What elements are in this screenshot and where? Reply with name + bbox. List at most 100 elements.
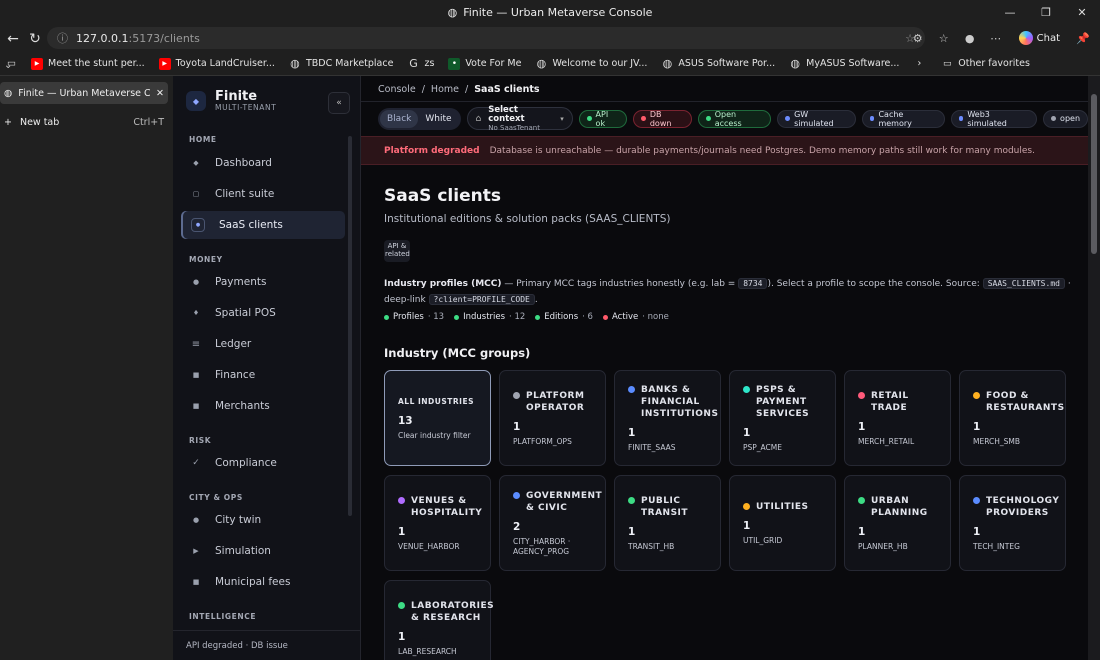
chat-button[interactable]: Chat bbox=[1011, 28, 1068, 48]
bookmark-5[interactable]: ◍ Welcome to our JV... bbox=[528, 57, 654, 70]
sidebar-item-ledger[interactable]: ≡ Ledger bbox=[181, 330, 345, 358]
status-dot-icon bbox=[384, 314, 389, 320]
industry-card-count: 1 bbox=[858, 420, 866, 433]
bookmark-7[interactable]: ◍ MyASUS Software... bbox=[782, 57, 906, 70]
pill-gw-simulated[interactable]: GW simulated bbox=[777, 109, 856, 128]
bookmark-4[interactable]: • Vote For Me bbox=[441, 57, 528, 70]
industry-card-title: GOVERNMENT & CIVIC bbox=[513, 490, 602, 514]
industry-card[interactable]: UTILITIES 1 UTIL_GRID bbox=[729, 475, 836, 571]
folder-icon: ▭ bbox=[942, 58, 952, 69]
pill-open-access[interactable]: Open access bbox=[697, 109, 772, 128]
extensions-icon[interactable]: ⚙ bbox=[907, 27, 929, 49]
reload-icon[interactable]: ↻ bbox=[22, 26, 48, 52]
close-window-icon[interactable]: ✕ bbox=[1064, 0, 1100, 25]
industry-card[interactable]: BANKS & FINANCIAL INSTITUTIONS 1 FINITE_SA… bbox=[614, 370, 721, 466]
more-icon[interactable]: ⋯ bbox=[985, 27, 1007, 49]
bookmarks-bar: ▭ ▶ Meet the stunt per... ▶ Toyota LandCru… bbox=[0, 52, 1100, 76]
page-scrollbar[interactable] bbox=[1088, 76, 1100, 660]
bookmark-2[interactable]: ◍ TBDC Marketplace bbox=[282, 57, 401, 70]
context-selector[interactable]: ⌂ Select context No SaasTenant ▾ bbox=[466, 105, 573, 132]
bookmark-0[interactable]: ▶ Meet the stunt per... bbox=[24, 57, 152, 70]
play-icon: ▶ bbox=[193, 547, 199, 555]
industry-card-code: FINITE_SAAS bbox=[628, 442, 676, 452]
sidebar-pin-icon[interactable]: 📌 bbox=[1072, 27, 1094, 49]
sidebar-item-client-suite[interactable]: ▢ Client suite bbox=[181, 180, 345, 208]
pill-db-down[interactable]: DB down bbox=[633, 109, 692, 128]
profile-avatar-icon[interactable]: ● bbox=[959, 27, 981, 49]
sidebar-item-simulation[interactable]: ▶ Simulation bbox=[181, 537, 345, 565]
industry-card-title: PUBLIC TRANSIT bbox=[628, 495, 707, 519]
industry-card[interactable]: GOVERNMENT & CIVIC 2 CITY_HARBOR · AGENCY_… bbox=[499, 475, 606, 571]
theme-white-button[interactable]: White bbox=[418, 110, 458, 128]
spatial-pos-icon: ♦ bbox=[192, 309, 200, 317]
section-intelligence: INTELLIGENCE bbox=[189, 612, 257, 621]
industry-card[interactable]: TECHNOLOGY PROVIDERS 1 TECH_INTEG bbox=[959, 475, 1066, 571]
divider bbox=[361, 101, 1088, 102]
sidebar-item-saas-clients[interactable]: ● SaaS clients bbox=[181, 211, 345, 239]
site-info-icon[interactable]: ⓘ bbox=[57, 30, 68, 46]
industry-card-grid: ALL INDUSTRIES 13 Clear industry filter PLA… bbox=[384, 370, 1066, 660]
favorites-icon[interactable]: ☆ bbox=[933, 27, 955, 49]
dashboard-icon: ◆ bbox=[193, 159, 199, 167]
section-title-industry: Industry (MCC groups) bbox=[384, 346, 531, 360]
industry-card[interactable]: LABORATORIES & RESEARCH 1 LAB_RESEARCH bbox=[384, 580, 494, 660]
status-dot-icon bbox=[869, 116, 875, 121]
close-tab-icon[interactable]: ✕ bbox=[156, 88, 164, 99]
section-risk: RISK bbox=[189, 436, 212, 445]
industry-card-all[interactable]: ALL INDUSTRIES 13 Clear industry filter bbox=[384, 370, 491, 466]
industry-card-code: TECH_INTEG bbox=[973, 541, 1020, 551]
status-dot-icon bbox=[535, 314, 541, 320]
sidebar-scrollbar[interactable] bbox=[348, 136, 352, 516]
industry-dot-icon bbox=[628, 385, 635, 393]
collapse-tabs-icon[interactable]: ⌄ bbox=[4, 60, 12, 71]
sidebar-item-compliance[interactable]: ✓ Compliance bbox=[181, 449, 345, 477]
bookmark-3[interactable]: Gzs bbox=[400, 57, 441, 70]
sidebar-item-finance[interactable]: ■ Finance bbox=[181, 361, 345, 389]
industry-card-code: TRANSIT_HB bbox=[628, 541, 675, 551]
industry-card[interactable]: FOOD & RESTAURANTS 1 MERCH_SMB bbox=[959, 370, 1066, 466]
scrollbar-thumb[interactable] bbox=[1091, 94, 1097, 254]
minimize-icon[interactable]: — bbox=[992, 0, 1028, 25]
bookmark-1[interactable]: ▶ Toyota LandCruiser... bbox=[152, 57, 282, 70]
industry-card[interactable]: PSPS & PAYMENT SERVICES 1 PSP_ACME bbox=[729, 370, 836, 466]
theme-black-button[interactable]: Black bbox=[380, 109, 419, 128]
sidebar-item-dashboard[interactable]: ◆ Dashboard bbox=[181, 149, 345, 177]
lock-icon: ⌂ bbox=[475, 113, 482, 124]
pill-cache-memory[interactable]: Cache memory bbox=[861, 109, 945, 128]
pill-api-ok[interactable]: API ok bbox=[578, 109, 628, 128]
industry-dot-icon bbox=[513, 391, 520, 399]
industry-card[interactable]: VENUES & HOSPITALITY 1 VENUE_HARBOR bbox=[384, 475, 491, 571]
tab-active[interactable]: ◍ Finite — Urban Metaverse Console ✕ bbox=[0, 82, 168, 104]
pill-web3-simulated[interactable]: Web3 simulated bbox=[950, 109, 1038, 128]
sidebar-item-merchants[interactable]: ■ Merchants bbox=[181, 392, 345, 420]
breadcrumb-home[interactable]: Home bbox=[431, 84, 459, 95]
window-titlebar: ◍ Finite — Urban Metaverse Console — ❐ ✕ bbox=[0, 0, 1100, 25]
pill-open[interactable]: open bbox=[1043, 109, 1088, 128]
other-favorites[interactable]: ▭ Other favorites bbox=[934, 58, 1037, 70]
industry-card[interactable]: RETAIL TRADE 1 MERCH_RETAIL bbox=[844, 370, 951, 466]
industry-card-count: 1 bbox=[628, 426, 636, 439]
industry-card-code: UTIL_GRID bbox=[743, 535, 783, 545]
industry-card-code: PLATFORM_OPS bbox=[513, 436, 572, 446]
industry-card-count: 1 bbox=[398, 630, 406, 643]
breadcrumb-console[interactable]: Console bbox=[378, 84, 416, 95]
url-input[interactable]: ⓘ 127.0.0.1:5173/clients ☆ bbox=[47, 27, 925, 49]
sidebar-item-spatial-pos[interactable]: ♦ Spatial POS bbox=[181, 299, 345, 327]
industry-card[interactable]: PLATFORM OPERATOR 1 PLATFORM_OPS bbox=[499, 370, 606, 466]
sidebar-item-payments[interactable]: ● Payments bbox=[181, 268, 345, 296]
restore-icon[interactable]: ❐ bbox=[1028, 0, 1064, 25]
industry-card-title: ALL INDUSTRIES bbox=[398, 396, 474, 406]
industry-dot-icon bbox=[858, 391, 865, 399]
new-tab-button[interactable]: + New tab Ctrl+T bbox=[0, 112, 168, 132]
industry-card[interactable]: PUBLIC TRANSIT 1 TRANSIT_HB bbox=[614, 475, 721, 571]
bookmarks-overflow-icon[interactable]: › bbox=[910, 58, 928, 69]
browser-toolbar: ⚙ ☆ ● ⋯ Chat 📌 bbox=[907, 27, 1094, 49]
bookmark-6[interactable]: ◍ ASUS Software Por... bbox=[654, 57, 782, 70]
plus-icon: + bbox=[4, 116, 12, 128]
api-related-badge[interactable]: API & related bbox=[384, 240, 410, 262]
industry-card-title: LABORATORIES & RESEARCH bbox=[398, 600, 494, 624]
industry-card[interactable]: URBAN PLANNING 1 PLANNER_HB bbox=[844, 475, 951, 571]
collapse-sidebar-button[interactable]: « bbox=[328, 92, 350, 114]
sidebar-item-city-twin[interactable]: ● City twin bbox=[181, 506, 345, 534]
sidebar-item-municipal-fees[interactable]: ■ Municipal fees bbox=[181, 568, 345, 596]
